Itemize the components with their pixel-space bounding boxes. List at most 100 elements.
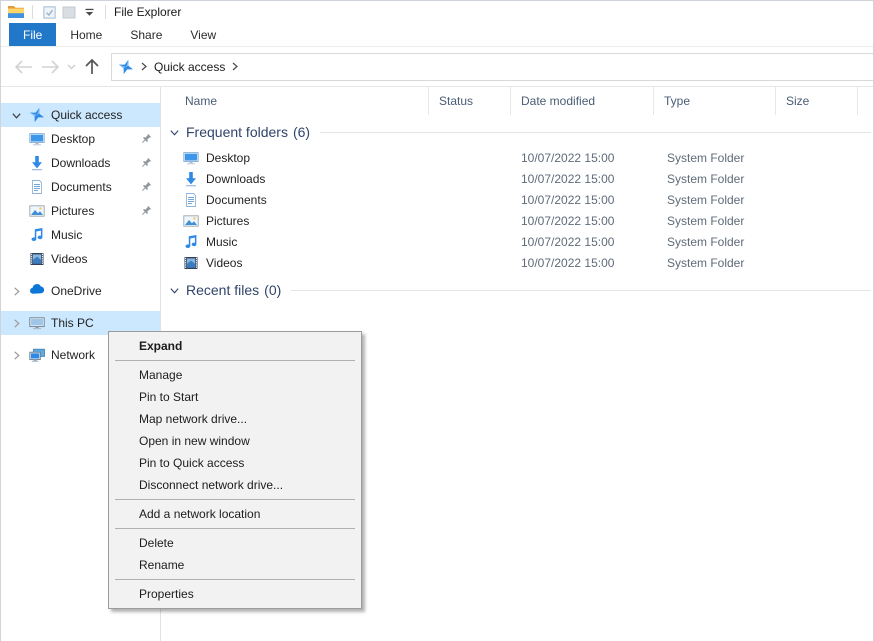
file-date-modified-cell: 10/07/2022 15:00 <box>511 214 654 228</box>
sidebar-item-quick-access[interactable]: Quick access <box>1 103 160 127</box>
context-menu-item-pin-to-start[interactable]: Pin to Start <box>109 386 361 408</box>
quick-access-pin-icon <box>118 59 134 75</box>
file-name-cell: Documents <box>161 192 429 208</box>
context-menu-item-delete[interactable]: Delete <box>109 532 361 554</box>
sidebar-item-desktop[interactable]: Desktop <box>1 127 160 151</box>
back-button <box>11 54 37 80</box>
group-chevron-down-icon[interactable] <box>169 127 180 138</box>
this-pc-icon <box>29 315 45 331</box>
context-menu-item-open-in-new-window[interactable]: Open in new window <box>109 430 361 452</box>
context-menu-item-manage[interactable]: Manage <box>109 364 361 386</box>
group-count: (0) <box>264 282 281 298</box>
breadcrumb-segment[interactable]: Quick access <box>154 60 225 74</box>
file-type-cell: System Folder <box>654 235 776 249</box>
properties-icon[interactable] <box>39 3 59 21</box>
documents-icon <box>183 192 199 208</box>
downloads-icon <box>29 155 45 171</box>
chevron-right-icon[interactable] <box>11 283 29 299</box>
pin-icon <box>140 205 152 217</box>
sidebar-item-label: This PC <box>51 316 94 330</box>
sidebar-item-label: Network <box>51 348 95 362</box>
ribbon-tab-home[interactable]: Home <box>56 23 116 46</box>
file-row-music[interactable]: Music10/07/2022 15:00System Folder <box>161 231 873 252</box>
file-row-desktop[interactable]: Desktop10/07/2022 15:00System Folder <box>161 147 873 168</box>
forward-button <box>37 54 63 80</box>
ribbon-tab-file[interactable]: File <box>9 23 56 46</box>
chevron-down-icon[interactable] <box>11 107 29 123</box>
desktop-icon <box>29 131 45 147</box>
file-type-cell: System Folder <box>654 214 776 228</box>
column-header-type[interactable]: Type <box>654 87 776 115</box>
sidebar-item-videos[interactable]: Videos <box>1 247 160 271</box>
context-menu-item-properties[interactable]: Properties <box>109 583 361 605</box>
file-row-videos[interactable]: Videos10/07/2022 15:00System Folder <box>161 252 873 273</box>
chevron-right-icon[interactable] <box>11 315 29 331</box>
file-name-cell: Desktop <box>161 150 429 166</box>
file-row-downloads[interactable]: Downloads10/07/2022 15:00System Folder <box>161 168 873 189</box>
context-menu-separator <box>115 528 355 529</box>
group-header-frequent-folders[interactable]: Frequent folders(6) <box>161 121 873 143</box>
group-header-recent-files[interactable]: Recent files (0) <box>161 279 873 301</box>
file-name: Desktop <box>206 151 250 165</box>
file-name: Pictures <box>206 214 249 228</box>
column-header-spacer <box>858 87 873 115</box>
up-button[interactable] <box>79 54 105 80</box>
context-menu-separator <box>115 579 355 580</box>
column-header-row: Name Status Date modified Type Size <box>161 87 873 115</box>
ribbon-tab-view[interactable]: View <box>176 23 230 46</box>
sidebar-item-music[interactable]: Music <box>1 223 160 247</box>
column-header-name[interactable]: Name <box>161 87 429 115</box>
context-menu-item-expand[interactable]: Expand <box>109 335 361 357</box>
ribbon-tab-share[interactable]: Share <box>116 23 176 46</box>
chevron-right-icon[interactable] <box>11 347 29 363</box>
context-menu-separator <box>115 360 355 361</box>
sidebar-item-documents[interactable]: Documents <box>1 175 160 199</box>
column-header-label: Status <box>439 94 473 108</box>
sidebar-item-pictures[interactable]: Pictures <box>1 199 160 223</box>
music-icon <box>183 234 199 250</box>
column-header-label: Type <box>664 94 690 108</box>
quick-access-icon <box>29 107 45 123</box>
context-menu-separator <box>115 499 355 500</box>
sidebar-item-downloads[interactable]: Downloads <box>1 151 160 175</box>
sidebar-item-label: Desktop <box>51 132 95 146</box>
pictures-icon <box>29 203 45 219</box>
file-date-modified-cell: 10/07/2022 15:00 <box>511 193 654 207</box>
sidebar-item-label: Pictures <box>51 204 94 218</box>
context-menu-item-map-network-drive[interactable]: Map network drive... <box>109 408 361 430</box>
file-name: Music <box>206 235 237 249</box>
new-folder-icon[interactable] <box>59 3 79 21</box>
context-menu-item-add-a-network-location[interactable]: Add a network location <box>109 503 361 525</box>
address-bar[interactable]: Quick access <box>111 53 873 81</box>
sidebar-item-label: Quick access <box>51 108 122 122</box>
group-count: (6) <box>293 124 310 140</box>
ribbon-tab-bar: FileHomeShareView <box>1 23 873 47</box>
explorer-logo-icon <box>6 3 26 21</box>
file-name: Videos <box>206 256 242 270</box>
videos-icon <box>29 251 45 267</box>
titlebar-divider <box>105 5 106 19</box>
onedrive-icon <box>29 283 45 299</box>
group-chevron-down-icon[interactable] <box>169 285 180 296</box>
column-header-label: Date modified <box>521 94 595 108</box>
column-header-date-modified[interactable]: Date modified <box>511 87 654 115</box>
context-menu-item-pin-to-quick-access[interactable]: Pin to Quick access <box>109 452 361 474</box>
window-title: File Explorer <box>114 5 181 19</box>
context-menu-item-rename[interactable]: Rename <box>109 554 361 576</box>
file-row-documents[interactable]: Documents10/07/2022 15:00System Folder <box>161 189 873 210</box>
column-header-label: Size <box>786 94 809 108</box>
file-row-pictures[interactable]: Pictures 10/07/2022 15:00System Folder <box>161 210 873 231</box>
file-type-cell: System Folder <box>654 151 776 165</box>
tree-indent <box>11 179 29 195</box>
customize-toolbar-icon[interactable] <box>79 3 99 21</box>
sidebar-item-onedrive[interactable]: OneDrive <box>1 279 160 303</box>
column-header-size[interactable]: Size <box>776 87 858 115</box>
column-header-status[interactable]: Status <box>429 87 511 115</box>
tree-indent <box>11 251 29 267</box>
file-name-cell: Music <box>161 234 429 250</box>
group-title: Recent files <box>186 282 259 298</box>
file-date-modified-cell: 10/07/2022 15:00 <box>511 172 654 186</box>
file-date-modified-cell: 10/07/2022 15:00 <box>511 256 654 270</box>
column-header-label: Name <box>185 94 217 108</box>
context-menu-item-disconnect-network-drive[interactable]: Disconnect network drive... <box>109 474 361 496</box>
